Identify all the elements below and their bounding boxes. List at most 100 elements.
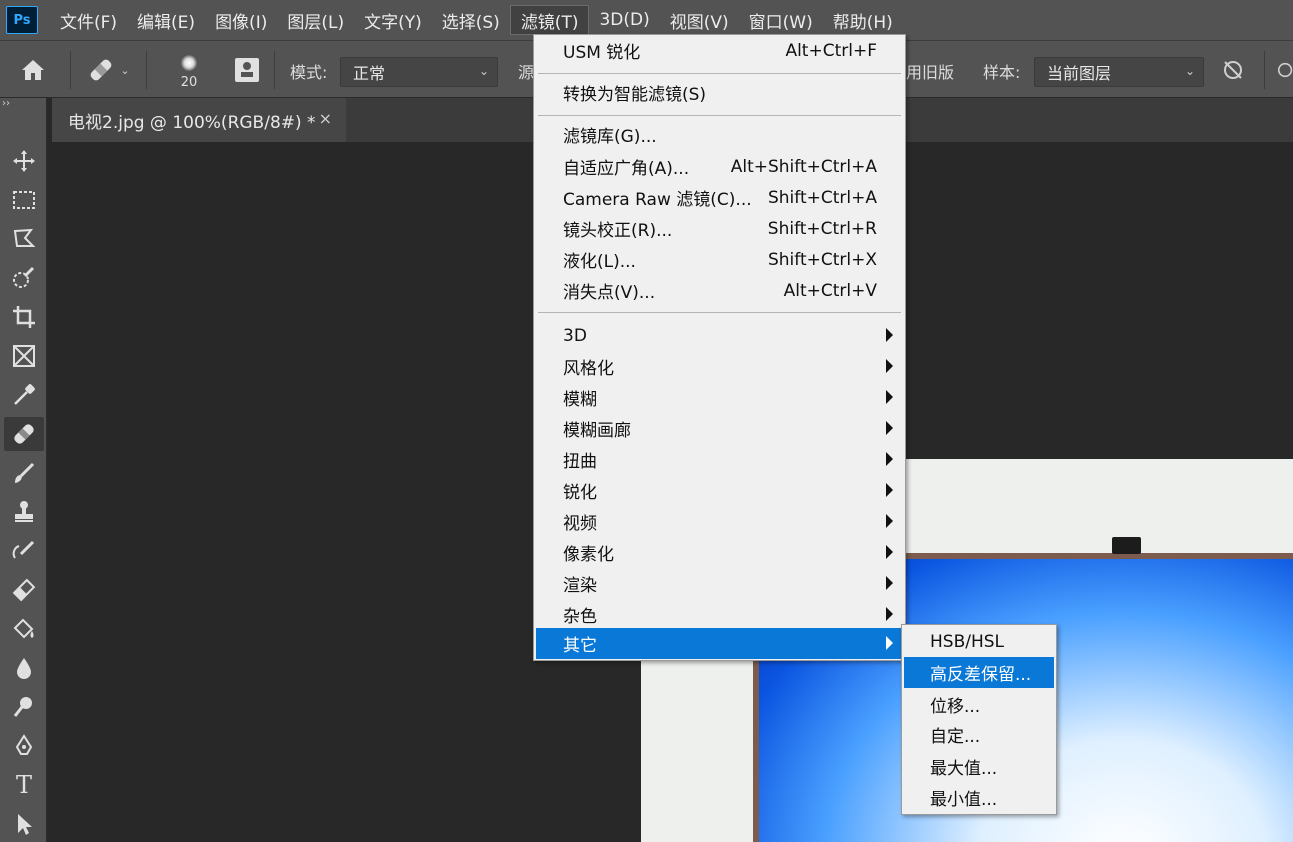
home-button[interactable] <box>12 53 54 87</box>
menu-window[interactable]: 窗口(W) <box>739 5 823 35</box>
filter-menu: USM 锐化 Alt+Ctrl+F 转换为智能滤镜(S) 滤镜库(G)... 自适… <box>533 34 906 661</box>
home-icon <box>22 60 44 80</box>
menu-item-label: 液化(L)... <box>563 252 636 272</box>
toolbar-collapse-icon[interactable]: ›› <box>0 98 47 114</box>
menu-filter[interactable]: 滤镜(T) <box>509 5 590 35</box>
eyedropper-tool[interactable] <box>4 378 44 412</box>
dodge-icon <box>13 697 32 717</box>
menu-item-label: 模糊 <box>563 390 597 410</box>
menu-item-video[interactable]: 视频 <box>536 506 903 537</box>
menu-item-filter-gallery[interactable]: 滤镜库(G)... <box>536 119 903 150</box>
submenu-arrow-icon <box>886 636 893 650</box>
paint-bucket-tool[interactable] <box>4 612 44 646</box>
menu-item-shortcut: Alt+Ctrl+V <box>783 280 877 301</box>
mode-select[interactable]: 正常 ⌄ <box>340 57 498 87</box>
sample-label: 样本: <box>983 63 1021 82</box>
options-separator <box>146 51 147 89</box>
submenu-item-minimum[interactable]: 最小值... <box>904 782 1054 813</box>
menu-edit[interactable]: 编辑(E) <box>127 5 205 35</box>
menu-item-sharpen[interactable]: 锐化 <box>536 475 903 506</box>
menu-item-label: 杂色 <box>563 607 597 627</box>
lasso-tool[interactable] <box>4 222 44 256</box>
menu-item-blur-gallery[interactable]: 模糊画廊 <box>536 413 903 444</box>
menu-view[interactable]: 视图(V) <box>660 5 739 35</box>
menu-3d[interactable]: 3D(D) <box>589 5 659 35</box>
submenu-arrow-icon <box>886 576 893 590</box>
menu-item-liquify[interactable]: 液化(L)... Shift+Ctrl+X <box>536 244 903 275</box>
menu-item-vanishing-point[interactable]: 消失点(V)... Alt+Ctrl+V <box>536 275 903 306</box>
crop-tool[interactable] <box>4 300 44 334</box>
paint-bucket-icon <box>13 618 34 639</box>
quick-select-tool[interactable] <box>4 261 44 295</box>
tool-preset-picker[interactable]: ⌄ <box>80 53 136 87</box>
crop-icon <box>13 306 35 328</box>
move-icon <box>13 150 35 172</box>
submenu-item-high-pass[interactable]: 高反差保留... <box>904 657 1054 688</box>
clone-stamp-tool[interactable] <box>4 495 44 529</box>
brush-size-value: 20 <box>180 74 198 90</box>
menu-item-convert-smart-filter[interactable]: 转换为智能滤镜(S) <box>536 77 903 108</box>
menu-item-distort[interactable]: 扭曲 <box>536 444 903 475</box>
submenu-item-custom[interactable]: 自定... <box>904 719 1054 750</box>
sample-select[interactable]: 当前图层 ⌄ <box>1034 57 1204 87</box>
clone-source-button[interactable] <box>230 53 264 87</box>
menu-item-unsharp-mask[interactable]: USM 锐化 Alt+Ctrl+F <box>536 35 903 66</box>
close-icon[interactable]: × <box>319 109 332 128</box>
path-select-tool[interactable] <box>4 807 44 841</box>
type-tool[interactable]: T <box>4 768 44 802</box>
menu-item-other[interactable]: 其它 <box>536 628 903 659</box>
menu-type[interactable]: 文字(Y) <box>354 5 432 35</box>
menu-item-pixelate[interactable]: 像素化 <box>536 537 903 568</box>
dodge-tool[interactable] <box>4 690 44 724</box>
menu-item-label: 锐化 <box>563 483 597 503</box>
healing-brush-icon <box>14 424 34 444</box>
submenu-item-maximum[interactable]: 最大值... <box>904 751 1054 782</box>
clone-source-icon <box>235 58 259 82</box>
menu-item-label: 渲染 <box>563 576 597 596</box>
submenu-item-hsb-hsl[interactable]: HSB/HSL <box>904 626 1054 657</box>
menu-item-noise[interactable]: 杂色 <box>536 599 903 630</box>
menu-item-camera-raw[interactable]: Camera Raw 滤镜(C)... Shift+Ctrl+A <box>536 182 903 213</box>
brush-size-picker[interactable]: 20 <box>158 49 220 95</box>
blur-tool[interactable] <box>4 651 44 685</box>
submenu-arrow-icon <box>886 328 893 342</box>
frame-tool[interactable] <box>4 339 44 373</box>
menu-item-shortcut: Shift+Ctrl+R <box>767 218 877 239</box>
menu-item-adaptive-wide-angle[interactable]: 自适应广角(A)... Alt+Shift+Ctrl+A <box>536 151 903 182</box>
menu-item-label: 镜头校正(R)... <box>563 221 673 241</box>
menu-item-label: 滤镜库(G)... <box>563 127 657 147</box>
menu-file[interactable]: 文件(F) <box>50 5 127 35</box>
menu-item-lens-correction[interactable]: 镜头校正(R)... Shift+Ctrl+R <box>536 213 903 244</box>
history-brush-tool[interactable] <box>4 534 44 568</box>
menu-item-label: USM 锐化 <box>563 43 641 63</box>
tools-panel: ›› T <box>0 98 47 842</box>
menu-layer[interactable]: 图层(L) <box>277 5 354 35</box>
brush-tool[interactable] <box>4 456 44 490</box>
menu-image[interactable]: 图像(I) <box>205 5 277 35</box>
submenu-arrow-icon <box>886 607 893 621</box>
document-tab[interactable]: 电视2.jpg @ 100%(RGB/8#) * × <box>52 98 346 142</box>
photoshop-logo-icon: Ps <box>6 6 38 34</box>
history-brush-icon <box>12 540 35 559</box>
move-tool[interactable] <box>4 144 44 178</box>
options-separator <box>1264 51 1265 89</box>
healing-brush-tool[interactable] <box>4 417 44 451</box>
lasso-icon <box>13 228 36 247</box>
submenu-item-offset[interactable]: 位移... <box>904 689 1054 720</box>
ignore-adjustment-layers-button[interactable] <box>1216 55 1250 85</box>
eraser-tool[interactable] <box>4 573 44 607</box>
menu-item-render[interactable]: 渲染 <box>536 568 903 599</box>
menu-help[interactable]: 帮助(H) <box>823 5 903 35</box>
menu-select[interactable]: 选择(S) <box>432 5 510 35</box>
menu-separator <box>538 73 901 74</box>
menu-item-shortcut: Alt+Shift+Ctrl+A <box>730 156 877 177</box>
pen-tool[interactable] <box>4 729 44 763</box>
path-select-icon <box>18 814 32 835</box>
menu-item-stylize[interactable]: 风格化 <box>536 351 903 382</box>
menu-item-3d[interactable]: 3D <box>536 320 903 351</box>
pressure-button[interactable] <box>1274 55 1293 85</box>
menu-item-label: 3D <box>563 325 587 346</box>
menu-item-label: 模糊画廊 <box>563 421 631 441</box>
marquee-tool[interactable] <box>4 183 44 217</box>
menu-item-blur[interactable]: 模糊 <box>536 382 903 413</box>
